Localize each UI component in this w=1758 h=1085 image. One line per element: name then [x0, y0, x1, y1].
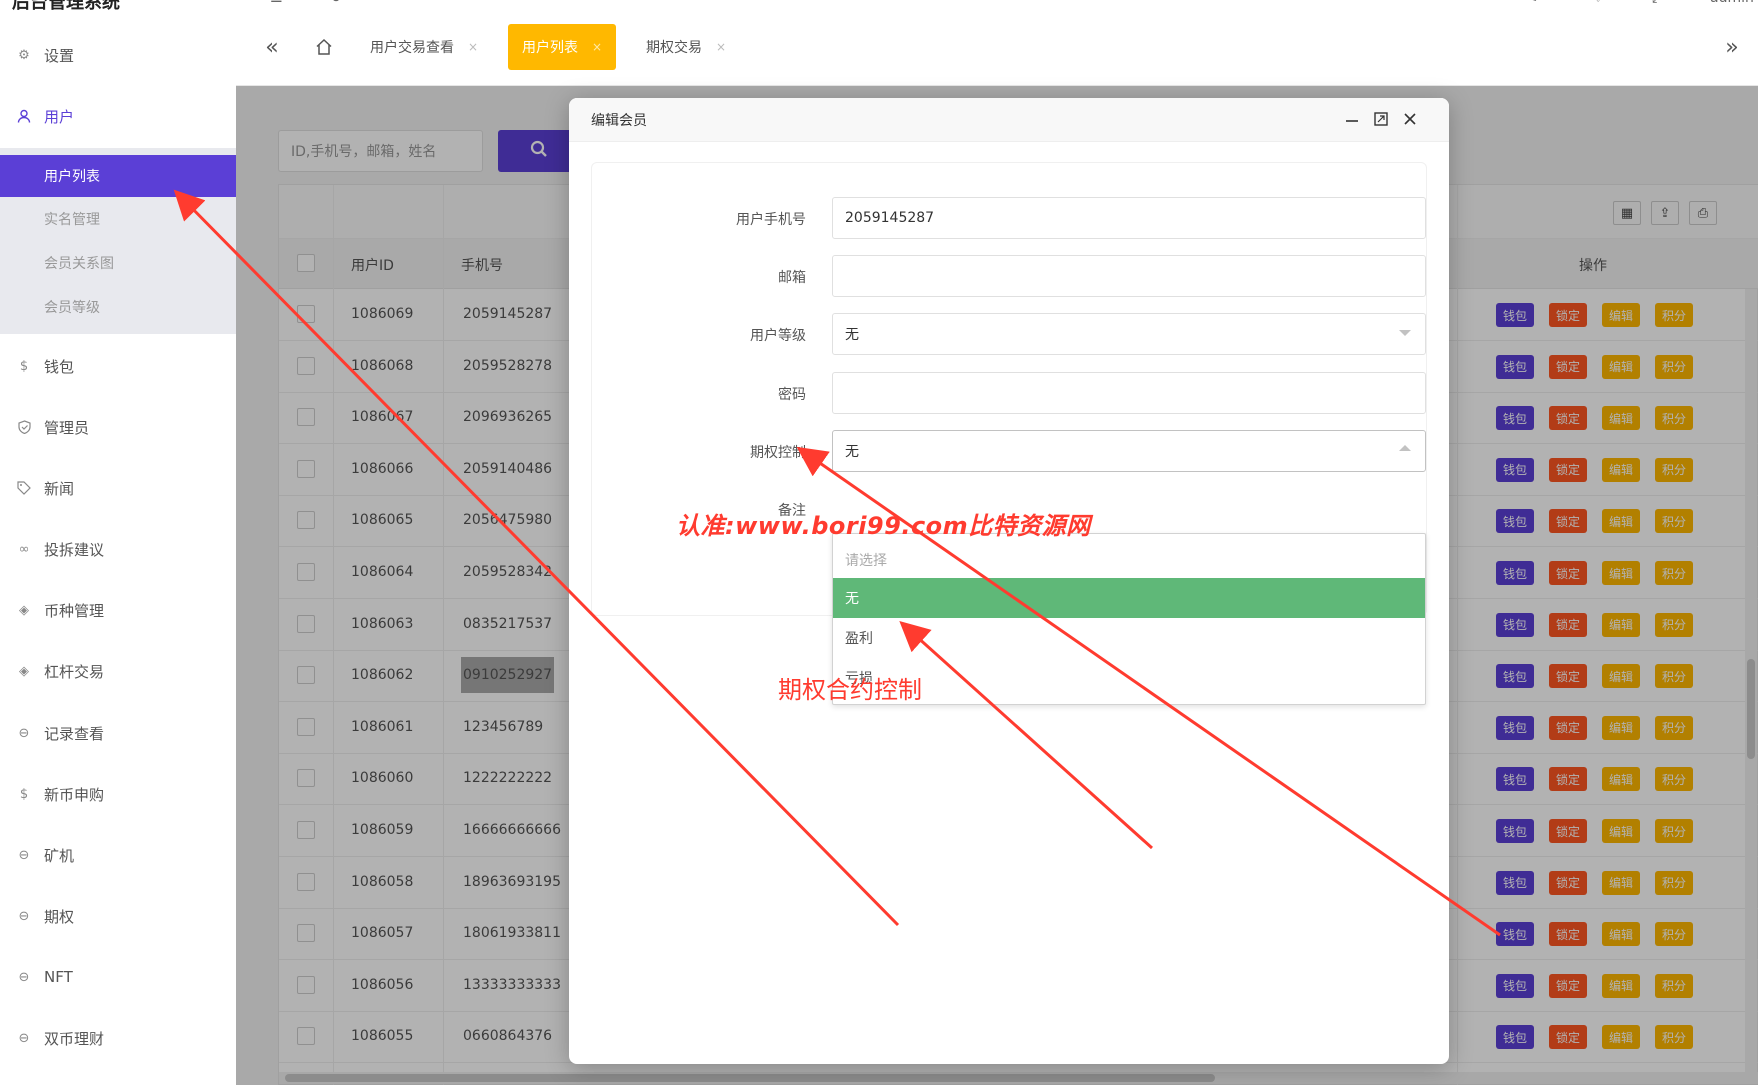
user-name[interactable]: admin — [1710, 0, 1754, 6]
sidebar-item-label: 新币申购 — [44, 785, 105, 804]
option-control-value: 无 — [845, 444, 859, 460]
tabs-scroll-right-icon[interactable]: » — [1710, 24, 1754, 70]
sidebar-item-admin[interactable]: 管理员 — [0, 407, 236, 447]
user-icon — [16, 108, 32, 124]
top-header: ☰ ↻ ✎ ♡ ⤢ admin « 用户交易查看 × 用户列表 × 期权交易 ×… — [236, 0, 1758, 86]
record-icon: ⊖ — [18, 847, 30, 863]
watermark-text: 认准:www.bori99.com比特资源网 — [676, 512, 1091, 540]
member-form: 用户手机号 2059145287 邮箱 用户等级 无 密码 期权控制 无 备注 … — [591, 162, 1427, 705]
tag-icon — [16, 480, 32, 496]
link-icon: ∞ — [18, 541, 30, 557]
dialog-header: 编辑会员 — [569, 98, 1449, 142]
sidebar-item-wallet[interactable]: $ 钱包 — [0, 346, 236, 386]
dialog-title: 编辑会员 — [591, 112, 647, 129]
header-toolbar: ☰ ↻ ✎ ♡ ⤢ admin — [236, 0, 1758, 10]
chevron-down-icon — [1399, 330, 1411, 336]
sidebar-item-settings[interactable]: ⚙ 设置 — [0, 35, 236, 75]
sidebar-item-news[interactable]: 新闻 — [0, 468, 236, 508]
close-icon[interactable]: × — [468, 40, 478, 54]
sidebar-subitem-user-list[interactable]: 用户列表 — [0, 155, 236, 197]
tab-label: 期权交易 — [646, 40, 702, 56]
password-field-label: 密码 — [778, 387, 806, 403]
shield-icon — [16, 419, 32, 435]
sidebar: 后台管理系统 ⚙ 设置 用户 用户列表 实名管理 会员关系图 会员等级 $ 钱包… — [0, 0, 236, 1085]
sidebar-item-users[interactable]: 用户 — [0, 96, 236, 136]
option-control-label: 期权控制 — [750, 445, 806, 461]
tab-bar: « 用户交易查看 × 用户列表 × 期权交易 × » — [236, 24, 1758, 70]
maximize-icon[interactable] — [1370, 108, 1392, 130]
diamond-icon: ◈ — [19, 663, 29, 679]
tab-option-trade[interactable]: 期权交易 × — [632, 24, 740, 70]
sidebar-item-new-coin[interactable]: $ 新币申购 — [0, 774, 236, 814]
coin-icon: $ — [19, 358, 29, 374]
fullscreen-icon[interactable]: ⤢ — [1652, 0, 1663, 6]
option-control-select[interactable]: 无 — [832, 430, 1426, 472]
diamond-icon: ◈ — [19, 602, 29, 618]
user-level-select[interactable]: 无 — [832, 313, 1426, 355]
close-icon[interactable] — [1399, 108, 1421, 130]
tab-user-trade-view[interactable]: 用户交易查看 × — [356, 24, 492, 70]
chevron-up-icon — [1399, 445, 1411, 451]
coin-icon: $ — [19, 786, 29, 802]
edit-member-dialog: 编辑会员 用户手机号 2059145287 邮箱 用户等级 无 密码 期权控制 … — [569, 98, 1449, 1064]
sidebar-item-options[interactable]: ⊖ 期权 — [0, 896, 236, 936]
gear-icon: ⚙ — [18, 47, 30, 63]
refresh-icon[interactable]: ↻ — [330, 0, 342, 6]
user-level-value: 无 — [845, 327, 859, 343]
favorite-icon[interactable]: ♡ — [1592, 0, 1605, 6]
record-icon: ⊖ — [18, 908, 30, 924]
sidebar-item-label: 用户 — [44, 107, 75, 126]
sidebar-subitem-member-graph[interactable]: 会员关系图 — [0, 242, 236, 284]
sidebar-item-label: 双币理财 — [44, 1029, 105, 1048]
tab-label: 用户交易查看 — [370, 40, 454, 56]
sidebar-item-label: 钱包 — [44, 357, 75, 376]
sidebar-item-label: 杠杆交易 — [44, 662, 105, 681]
sidebar-item-records[interactable]: ⊖ 记录查看 — [0, 713, 236, 753]
email-field[interactable] — [832, 255, 1426, 297]
tab-label: 用户列表 — [522, 40, 578, 56]
sidebar-item-label: 管理员 — [44, 418, 90, 437]
sidebar-item-currency[interactable]: ◈ 币种管理 — [0, 590, 236, 630]
sidebar-item-label: 新闻 — [44, 479, 75, 498]
close-icon[interactable]: × — [716, 40, 726, 54]
sidebar-item-label: 矿机 — [44, 846, 75, 865]
sidebar-item-label: 记录查看 — [44, 724, 105, 743]
record-icon: ⊖ — [18, 725, 30, 741]
phone-field[interactable]: 2059145287 — [832, 197, 1426, 239]
dropdown-option-profit[interactable]: 盈利 — [833, 618, 1425, 658]
phone-field-label: 用户手机号 — [736, 212, 806, 228]
sidebar-item-feedback[interactable]: ∞ 投拆建议 — [0, 529, 236, 569]
theme-icon[interactable]: ✎ — [1526, 0, 1538, 6]
sidebar-item-dual-currency[interactable]: ⊖ 双币理财 — [0, 1018, 236, 1058]
sidebar-item-label: 投拆建议 — [44, 540, 105, 559]
annotation-label: 期权合约控制 — [778, 676, 922, 704]
tabs-scroll-left-icon[interactable]: « — [250, 24, 294, 70]
home-icon[interactable] — [302, 24, 346, 70]
users-submenu: 用户列表 实名管理 会员关系图 会员等级 — [0, 148, 236, 334]
sidebar-subitem-real-name[interactable]: 实名管理 — [0, 198, 236, 240]
dropdown-placeholder[interactable]: 请选择 — [833, 540, 1425, 580]
sidebar-subitem-member-level[interactable]: 会员等级 — [0, 286, 236, 328]
sidebar-item-leverage[interactable]: ◈ 杠杆交易 — [0, 651, 236, 691]
tab-user-list[interactable]: 用户列表 × — [508, 24, 617, 70]
password-field[interactable] — [832, 372, 1426, 414]
sidebar-item-label: 期权 — [44, 907, 75, 926]
record-icon: ⊖ — [18, 969, 30, 985]
sidebar-item-miner[interactable]: ⊖ 矿机 — [0, 835, 236, 875]
sidebar-item-nft[interactable]: ⊖ NFT — [0, 957, 236, 997]
minimize-icon[interactable] — [1341, 108, 1363, 130]
sidebar-item-label: NFT — [44, 968, 73, 986]
dropdown-option-none[interactable]: 无 — [833, 578, 1425, 618]
record-icon: ⊖ — [18, 1030, 30, 1046]
user-level-label: 用户等级 — [750, 328, 806, 344]
sidebar-item-label: 设置 — [44, 46, 75, 65]
collapse-icon[interactable]: ☰ — [270, 0, 283, 6]
close-icon[interactable]: × — [592, 40, 602, 54]
app-title: 后台管理系统 — [12, 0, 120, 12]
email-field-label: 邮箱 — [778, 270, 806, 286]
sidebar-item-label: 币种管理 — [44, 601, 105, 620]
